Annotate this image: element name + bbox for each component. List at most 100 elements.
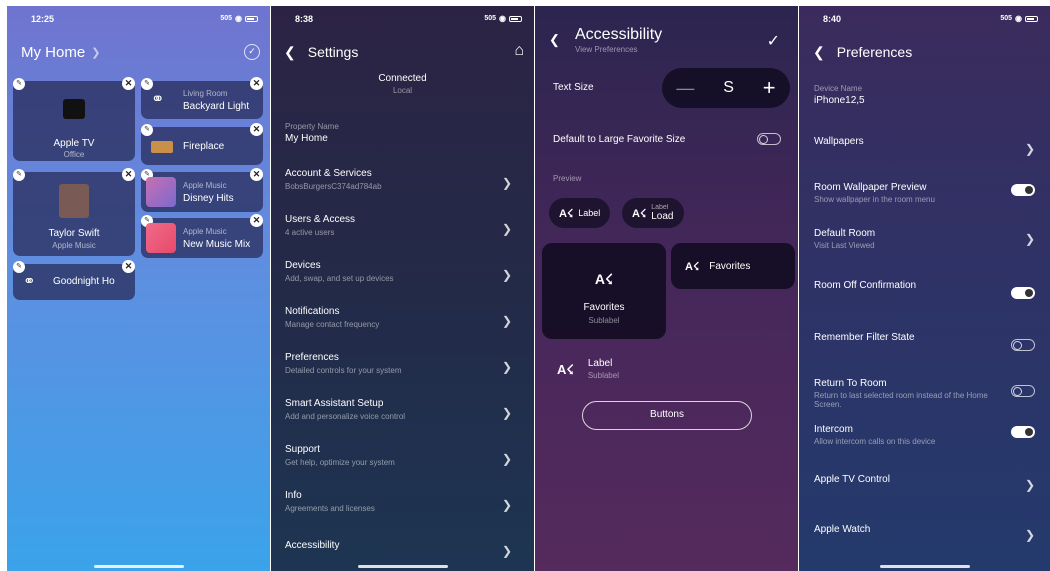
chevron-right-icon: ❯ (1024, 142, 1035, 156)
row-title: Intercom (814, 424, 853, 435)
tile-label: Taylor Swift (48, 228, 100, 239)
edit-badge-icon[interactable]: ✎ (13, 78, 25, 90)
page-title: Accessibility (575, 26, 663, 43)
row-desc: Add and personalize voice control (285, 412, 406, 421)
settings-row-preferences[interactable]: Preferences Detailed controls for your sy… (285, 352, 512, 398)
remove-badge-icon[interactable]: ✕ (250, 214, 263, 227)
pref-row-apple-watch[interactable]: Apple Watch ❯ (814, 524, 1037, 570)
tile-new-music-mix[interactable]: ✎ ✕ Apple Music New Music Mix (141, 214, 263, 258)
remove-badge-icon[interactable]: ✕ (122, 77, 135, 90)
settings-row-devices[interactable]: Devices Add, swap, and set up devices ❯ (285, 260, 512, 306)
row-title: Return To Room (814, 378, 887, 389)
settings-row-notifications[interactable]: Notifications Manage contact frequency ❯ (285, 306, 512, 352)
preview-label: Preview (553, 174, 582, 183)
preview-pill-load[interactable]: A☇ Label Load (622, 198, 684, 228)
plus-icon[interactable]: + (763, 75, 776, 101)
settings-row-users[interactable]: Users & Access 4 active users ❯ (285, 214, 512, 260)
chevron-right-icon: ❯ (501, 544, 512, 558)
chevron-right-icon: ❯ (501, 176, 512, 190)
intercom-toggle[interactable] (1011, 426, 1035, 438)
house-icon[interactable]: ⌂ (514, 42, 524, 60)
pref-row-return-to-room[interactable]: Return To Room Return to last selected ro… (814, 378, 1037, 424)
accessibility-panel: ❮ Accessibility View Preferences ✓ Text … (535, 6, 798, 571)
pill-small-label: Label (651, 203, 669, 211)
battery-icon (245, 15, 258, 22)
text-size-icon: A☇ (632, 207, 647, 220)
back-chevron-icon[interactable]: ❮ (549, 32, 560, 48)
minus-icon[interactable]: — (676, 78, 694, 99)
checkmark-icon[interactable]: ✓ (767, 31, 780, 51)
home-indicator[interactable] (879, 565, 970, 568)
pref-row-wallpapers[interactable]: Wallpapers ❯ (814, 136, 1037, 182)
chevron-right-icon: ❯ (501, 222, 512, 236)
tile-label: Disney Hits (183, 193, 234, 204)
tile-sublabel: Apple Music (52, 241, 96, 250)
row-desc: BobsBurgersC374ad784ab (285, 182, 382, 191)
favorite-wide-preview[interactable]: A☇ Favorites (671, 243, 795, 289)
tile-taylor-swift[interactable]: ✎ ✕ Taylor Swift Apple Music (13, 168, 135, 256)
device-name-value: iPhone12,5 (814, 95, 865, 106)
row-desc: 4 active users (285, 228, 335, 237)
status-time: 12:25 (31, 14, 55, 24)
pref-row-room-off-confirmation[interactable]: Room Off Confirmation (814, 280, 1037, 326)
tile-apple-tv[interactable]: ✎ ✕ Apple TV Office (13, 77, 135, 161)
tile-label: Goodnight Ho (53, 276, 115, 287)
room-wallpaper-toggle[interactable] (1011, 184, 1035, 196)
connection-label: Connected (378, 73, 427, 84)
album-art-image (146, 223, 176, 253)
tile-fireplace[interactable]: ✎ ✕ Fireplace (141, 123, 263, 165)
favorite-label: Favorites (709, 260, 751, 272)
list-item-preview[interactable]: A☇ Label Sublabel (557, 358, 619, 380)
back-chevron-icon[interactable]: ❮ (813, 44, 825, 61)
back-chevron-icon[interactable]: ❮ (284, 44, 296, 61)
home-indicator[interactable] (93, 565, 184, 568)
pref-row-apple-tv-control[interactable]: Apple TV Control ❯ (814, 474, 1037, 520)
settings-row-account[interactable]: Account & Services BobsBurgersC374ad784ab… (285, 168, 512, 214)
row-desc: Show wallpaper in the room menu (814, 195, 935, 204)
device-name-field[interactable]: Device Name iPhone12,5 (814, 84, 865, 106)
tile-sublabel: Apple Music (183, 227, 227, 236)
tile-sublabel: Living Room (183, 89, 228, 98)
row-title: Notifications (285, 306, 340, 317)
pref-row-remember-filter[interactable]: Remember Filter State (814, 332, 1037, 378)
text-size-icon: A☇ (559, 207, 574, 220)
list-label: Label (587, 358, 613, 369)
chevron-right-icon: ❯ (501, 314, 512, 328)
row-desc: Agreements and licenses (285, 504, 375, 513)
edit-done-icon[interactable]: ✓ (244, 44, 260, 60)
page-subtitle: View Preferences (575, 45, 638, 54)
remove-badge-icon[interactable]: ✕ (250, 123, 263, 136)
favorite-label: Favorites (583, 302, 625, 313)
remove-badge-icon[interactable]: ✕ (250, 77, 263, 90)
remove-badge-icon[interactable]: ✕ (250, 168, 263, 181)
status-time: 8:38 (295, 14, 314, 24)
tile-goodnight[interactable]: ✎ ✕ ⚭ Goodnight Ho (13, 260, 135, 300)
signal-text: 505 (1000, 15, 1013, 22)
remember-filter-toggle[interactable] (1011, 339, 1035, 351)
favorite-large-preview[interactable]: A☇ Favorites Sublabel (542, 243, 666, 339)
remove-badge-icon[interactable]: ✕ (122, 260, 135, 273)
edit-badge-icon[interactable]: ✎ (13, 169, 25, 181)
home-indicator[interactable] (357, 565, 448, 568)
property-name-field[interactable]: Property Name My Home (285, 122, 339, 144)
pref-row-intercom[interactable]: Intercom Allow intercom calls on this dev… (814, 424, 1037, 470)
row-desc: Visit Last Viewed (814, 241, 875, 250)
edit-badge-icon[interactable]: ✎ (141, 124, 153, 136)
return-to-room-toggle[interactable] (1011, 385, 1035, 397)
remove-badge-icon[interactable]: ✕ (122, 168, 135, 181)
buttons-preview-button[interactable]: Buttons (582, 401, 752, 430)
text-size-label: Text Size (553, 82, 594, 93)
pref-row-room-wallpaper-preview[interactable]: Room Wallpaper Preview Show wallpaper in … (814, 182, 1037, 228)
large-favorite-toggle[interactable] (757, 133, 781, 145)
settings-row-smart-assistant[interactable]: Smart Assistant Setup Add and personalize… (285, 398, 512, 444)
tile-backyard-light[interactable]: ✎ ✕ ⚭ Living Room Backyard Light (141, 77, 263, 119)
settings-row-info[interactable]: Info Agreements and licenses ❯ (285, 490, 512, 536)
settings-row-support[interactable]: Support Get help, optimize your system ❯ (285, 444, 512, 490)
room-off-confirmation-toggle[interactable] (1011, 287, 1035, 299)
home-title[interactable]: My Home ❯ (21, 44, 100, 61)
tile-disney-hits[interactable]: ✎ ✕ Apple Music Disney Hits (141, 168, 263, 212)
preview-pill-label[interactable]: A☇ Label (549, 198, 611, 228)
row-title: Remember Filter State (814, 332, 915, 343)
pref-row-default-room[interactable]: Default Room Visit Last Viewed ❯ (814, 228, 1037, 274)
chevron-right-icon: ❯ (501, 268, 512, 282)
